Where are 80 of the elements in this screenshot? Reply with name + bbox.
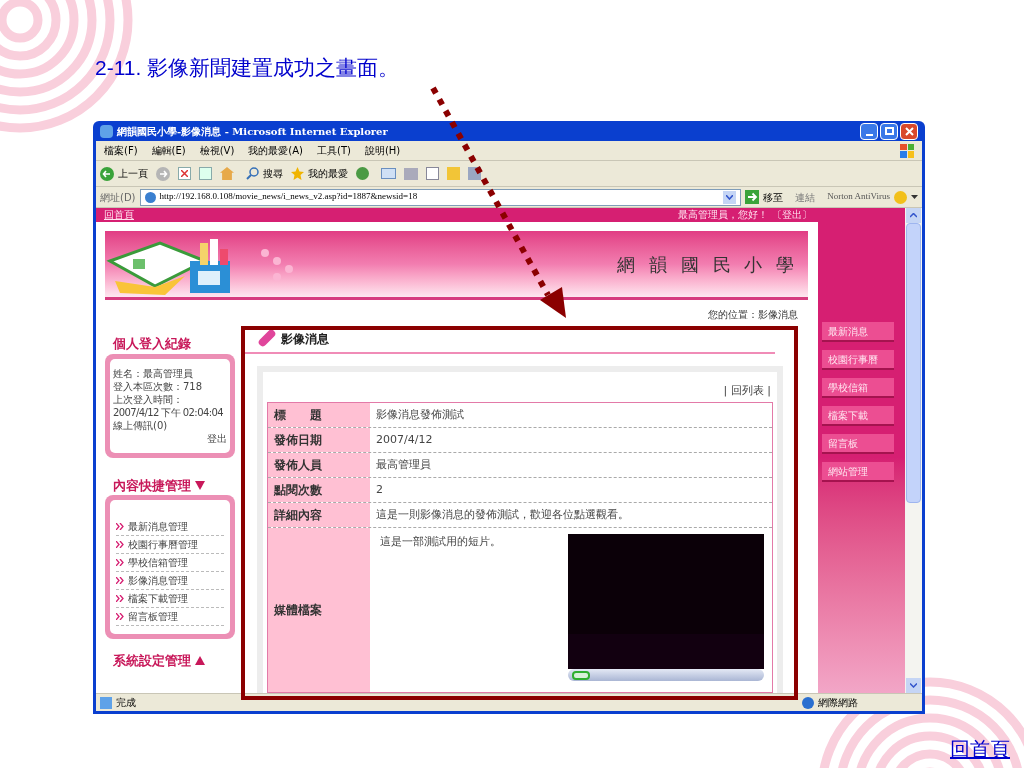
box-title: 個人登入紀錄 xyxy=(111,335,192,353)
field-label: 標 題 xyxy=(268,403,370,427)
menu-item[interactable]: 檢視(V) xyxy=(199,143,235,158)
back-arrow-icon xyxy=(100,166,114,181)
search-button[interactable]: 搜尋 xyxy=(246,166,283,181)
chevron-icon xyxy=(116,613,124,620)
quick-link[interactable]: 校園行事曆管理 xyxy=(128,538,198,551)
quick-link[interactable]: 最新消息管理 xyxy=(128,520,188,533)
stop-icon[interactable] xyxy=(178,167,191,180)
logout-link[interactable]: 〔登出〕 xyxy=(772,210,812,220)
section-title: 影像消息 xyxy=(281,331,329,348)
close-icon xyxy=(904,126,914,136)
scroll-up-icon[interactable] xyxy=(906,208,921,223)
home-link[interactable]: 回首頁 xyxy=(104,210,134,220)
go-button[interactable]: 移至 xyxy=(745,189,784,205)
address-field[interactable]: http://192.168.0.108/movie_news/i_news_v2.asp?id=1887&newsid=18 xyxy=(139,188,742,206)
back-to-list-link[interactable]: | 回列表 | xyxy=(723,382,771,399)
seek-thumb[interactable] xyxy=(572,670,590,680)
links-label[interactable]: 連結 xyxy=(795,189,816,205)
chevron-icon xyxy=(116,595,124,602)
login-info-text: 2007/4/12 下午 02:04:04 xyxy=(113,405,224,419)
login-info-text: 姓名：最高管理員 xyxy=(113,366,194,380)
field-value: 這是一則影像消息的發佈測試，歡迎各位點選觀看。 xyxy=(375,506,630,523)
field-label: 發佈日期 xyxy=(268,428,370,452)
box-title: 內容快捷管理 xyxy=(113,476,191,495)
quick-link[interactable]: 影像消息管理 xyxy=(128,574,188,587)
login-info-text: 登入本區次數：718 xyxy=(113,379,204,393)
expand-icon[interactable] xyxy=(195,656,205,666)
menu-item[interactable]: 工具(T) xyxy=(317,143,351,158)
login-info-text: 線上傳訊(0) xyxy=(113,418,169,432)
quick-link[interactable]: 檔案下載管理 xyxy=(128,592,188,605)
menu-item[interactable]: 檔案(F) xyxy=(104,143,138,158)
box-title: 系統設定管理 xyxy=(113,652,191,670)
collapse-icon[interactable] xyxy=(195,480,205,490)
chevron-icon xyxy=(116,559,124,566)
video-seek-bar[interactable] xyxy=(568,669,764,681)
chevron-icon xyxy=(116,523,124,530)
close-button[interactable] xyxy=(900,122,918,140)
back-button[interactable]: 上一頁 xyxy=(100,166,148,181)
windows-logo-icon xyxy=(900,143,914,158)
menu-item[interactable]: 我的最愛(A) xyxy=(248,143,303,158)
field-value: 2007/4/12 xyxy=(375,431,434,448)
quick-link[interactable]: 學校信箱管理 xyxy=(128,556,188,569)
dropdown-icon[interactable] xyxy=(723,190,737,204)
field-value: 最高管理員 xyxy=(375,456,432,473)
dropdown-icon[interactable] xyxy=(911,195,918,199)
logout-link[interactable]: 登出 xyxy=(207,431,227,445)
field-label: 媒體檔案 xyxy=(268,528,370,692)
zone-text: 網際網路 xyxy=(818,696,858,710)
scroll-down-icon[interactable] xyxy=(906,678,921,693)
favorites-button[interactable]: 我的最愛 xyxy=(291,166,348,181)
login-info-text: 上次登入時間： xyxy=(113,392,184,406)
field-label: 點閱次數 xyxy=(268,478,370,502)
field-value: 2 xyxy=(375,481,384,498)
video-caption: 這是一部測試用的短片。 xyxy=(380,534,501,550)
maximize-button[interactable] xyxy=(880,122,898,140)
quick-link[interactable]: 留言板管理 xyxy=(128,610,178,623)
field-label: 詳細內容 xyxy=(268,503,370,527)
field-value: 影像消息發佈測試 xyxy=(375,406,465,423)
star-icon xyxy=(291,167,304,180)
chevron-icon xyxy=(116,577,124,584)
norton-label[interactable]: Norton AntiVirus xyxy=(827,190,890,204)
menu-item[interactable]: 編輯(E) xyxy=(151,143,186,158)
slide-title: 2-11. 影像新聞建置成功之畫面。 xyxy=(95,56,400,79)
home-link[interactable]: 回首頁 xyxy=(950,734,1010,764)
greeting-text: 最高管理員，您好！ xyxy=(678,210,768,220)
breadcrumb: 您的位置：影像消息 xyxy=(708,308,798,322)
address-label: 網址(D) xyxy=(100,190,136,205)
minimize-button[interactable] xyxy=(860,122,878,140)
window-title: 網韻國民小學-影像消息 - Microsoft Internet Explorer xyxy=(117,124,388,139)
search-icon xyxy=(246,167,259,180)
field-label: 發佈人員 xyxy=(268,453,370,477)
scroll-thumb[interactable] xyxy=(906,223,921,503)
go-arrow-icon xyxy=(745,190,760,204)
status-text: 完成 xyxy=(116,696,136,710)
chevron-icon xyxy=(116,541,124,548)
forward-arrow-icon[interactable] xyxy=(156,166,170,181)
menu-item[interactable]: 說明(H) xyxy=(364,143,401,158)
site-title: 網 韻 國 民 小 學 xyxy=(617,252,798,277)
vertical-scrollbar[interactable] xyxy=(905,208,922,693)
